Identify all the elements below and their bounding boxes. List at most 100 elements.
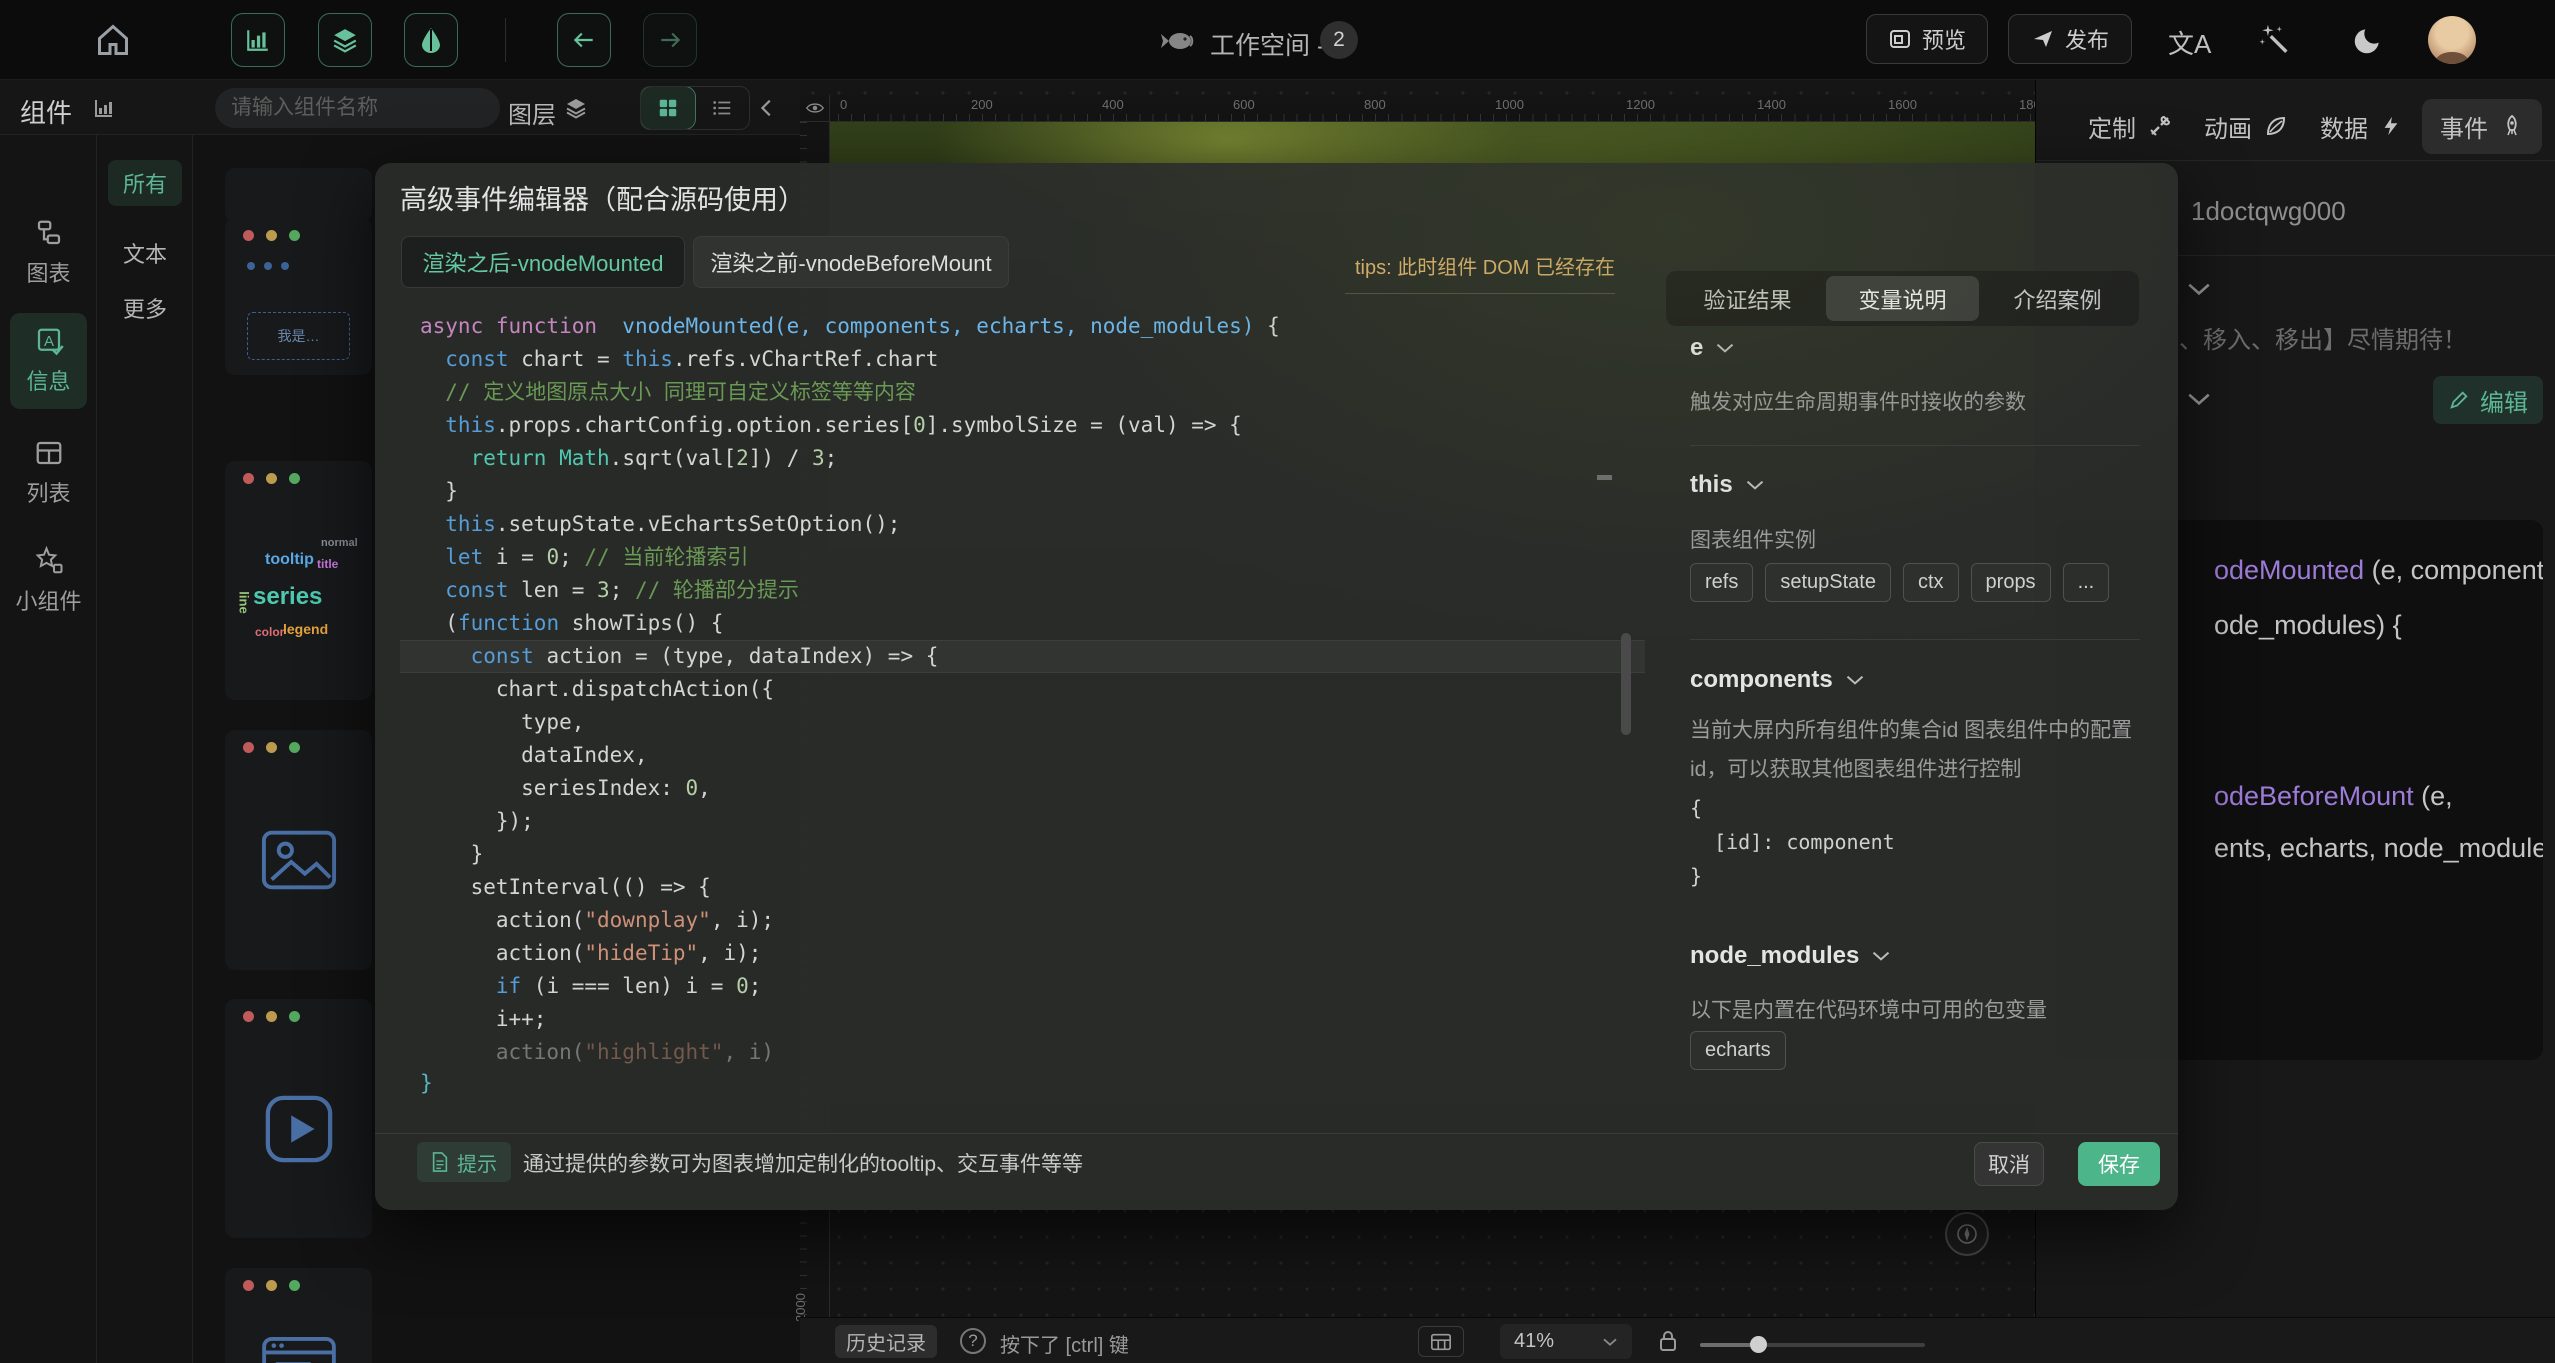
ink-tool-button[interactable] xyxy=(404,13,458,67)
component-card-browser[interactable] xyxy=(225,1268,372,1363)
tab-vnode-mounted[interactable]: 渲染之后-vnodeMounted xyxy=(401,236,685,288)
nav-item-list[interactable]: 列表 xyxy=(10,425,87,521)
component-card-wordcloud[interactable]: seriestooltiplegendlinetitlecolornormal xyxy=(225,461,372,700)
code-line[interactable]: } xyxy=(400,475,1645,508)
zoom-slider-handle[interactable] xyxy=(1750,1336,1767,1353)
chevron-down-icon[interactable] xyxy=(2186,390,2212,408)
code-line[interactable]: let i = 0; // 当前轮播索引 xyxy=(400,541,1645,574)
code-token: 3 xyxy=(597,578,610,602)
layers-panel-icon[interactable] xyxy=(564,96,588,120)
history-button[interactable]: 历史记录 xyxy=(835,1325,937,1358)
help-icon[interactable]: ? xyxy=(960,1328,986,1354)
var-this[interactable]: this xyxy=(1690,471,1765,499)
code-line[interactable]: dataIndex, xyxy=(400,739,1645,772)
save-button[interactable]: 保存 xyxy=(2078,1142,2160,1186)
lock-icon[interactable] xyxy=(1658,1329,1678,1353)
property-chip[interactable]: echarts xyxy=(1690,1031,1786,1070)
code-token: const xyxy=(420,578,509,602)
component-card-image[interactable] xyxy=(225,730,372,970)
code-editor[interactable]: async function vnodeMounted(e, component… xyxy=(400,310,1645,1068)
language-icon[interactable]: 文A xyxy=(2168,24,2211,61)
category-all[interactable]: 所有 xyxy=(108,160,182,206)
ruler-corner[interactable] xyxy=(800,95,830,122)
publish-button[interactable]: 发布 xyxy=(2008,14,2132,64)
zoom-value: 41% xyxy=(1514,1330,1554,1353)
code-line[interactable]: seriesIndex: 0, xyxy=(400,772,1645,805)
code-line[interactable]: this.props.chartConfig.option.series[0].… xyxy=(400,409,1645,442)
component-card-partial[interactable] xyxy=(225,168,372,222)
code-line[interactable]: }); xyxy=(400,805,1645,838)
nav-item-charts[interactable]: 图表 xyxy=(10,205,87,301)
property-chip[interactable]: setupState xyxy=(1765,563,1891,602)
list-view-toggle[interactable] xyxy=(695,87,749,129)
var-e[interactable]: e xyxy=(1690,334,1735,362)
zoom-select[interactable]: 41% xyxy=(1500,1324,1632,1359)
tab-events[interactable]: 事件 xyxy=(2422,99,2542,154)
code-line[interactable]: const action = (type, dataIndex) => { xyxy=(400,640,1645,673)
layers-label: 图层 xyxy=(508,95,556,130)
code-fragment: ents, echarts, node_modules) { xyxy=(2214,833,2543,864)
code-line[interactable]: this.setupState.vEchartsSetOption(); xyxy=(400,508,1645,541)
code-line[interactable]: // 定义地图原点大小 同理可自定义标签等等内容 xyxy=(400,376,1645,409)
code-line[interactable]: const chart = this.refs.vChartRef.chart xyxy=(400,343,1645,376)
ruler-tick: 1600 xyxy=(1888,97,1917,112)
pencil-icon xyxy=(2448,389,2470,411)
component-card-video[interactable] xyxy=(225,999,372,1238)
collapse-panel-icon[interactable] xyxy=(756,96,778,120)
user-avatar[interactable] xyxy=(2428,16,2476,64)
tab-examples[interactable]: 介绍案例 xyxy=(1981,276,2134,321)
nav-item-info[interactable]: A 信息 xyxy=(10,313,87,409)
var-node-modules[interactable]: node_modules xyxy=(1690,942,1891,970)
preview-button[interactable]: 预览 xyxy=(1866,14,1988,64)
code-line[interactable]: setInterval(() => { xyxy=(400,871,1645,904)
undo-button[interactable] xyxy=(557,13,611,67)
var-components[interactable]: components xyxy=(1690,666,1865,694)
code-line[interactable]: const len = 3; // 轮播部分提示 xyxy=(400,574,1645,607)
zoom-slider[interactable] xyxy=(1700,1343,1925,1347)
category-more[interactable]: 更多 xyxy=(108,285,182,331)
home-icon[interactable] xyxy=(95,22,131,58)
code-line[interactable]: chart.dispatchAction({ xyxy=(400,673,1645,706)
category-text[interactable]: 文本 xyxy=(108,230,182,276)
hint-pill: 提示 xyxy=(417,1142,511,1182)
code-line[interactable]: type, xyxy=(400,706,1645,739)
code-line[interactable]: async function vnodeMounted(e, component… xyxy=(400,310,1645,343)
search-input[interactable] xyxy=(231,96,502,120)
map-control-badge[interactable] xyxy=(1945,1212,1989,1256)
code-token: if xyxy=(420,974,521,998)
tab-customize[interactable]: 定制 xyxy=(2076,99,2184,154)
code-line[interactable]: action("hideTip", i); xyxy=(400,937,1645,970)
magic-wand-icon[interactable] xyxy=(2258,22,2292,56)
edit-event-button[interactable]: 编辑 xyxy=(2433,376,2543,424)
component-card-text[interactable]: 我是… xyxy=(225,218,372,375)
grid-view-toggle[interactable] xyxy=(641,87,695,129)
property-chip[interactable]: ... xyxy=(2063,563,2110,602)
tab-validation-result[interactable]: 验证结果 xyxy=(1671,276,1824,321)
code-scrollbar[interactable] xyxy=(1621,633,1631,735)
chevron-down-icon[interactable] xyxy=(2186,280,2212,298)
dark-mode-moon-icon[interactable] xyxy=(2352,24,2384,56)
property-chip[interactable]: props xyxy=(1971,563,2051,602)
cancel-button[interactable]: 取消 xyxy=(1974,1142,2044,1186)
chart-tool-button[interactable] xyxy=(231,13,285,67)
code-line[interactable]: } xyxy=(400,838,1645,871)
tab-variable-docs[interactable]: 变量说明 xyxy=(1826,276,1979,321)
code-token: // 当前轮播索引 xyxy=(584,545,748,569)
code-line[interactable]: action("highlight", i) xyxy=(400,1036,1645,1068)
var-components-desc: 当前大屏内所有组件的集合id 图表组件中的配置id，可以获取其他图表组件进行控制 xyxy=(1690,711,2148,789)
property-chip[interactable]: refs xyxy=(1690,563,1753,602)
redo-button[interactable] xyxy=(643,13,697,67)
cloud-word: line xyxy=(237,591,252,613)
layers-tool-button[interactable] xyxy=(318,13,372,67)
code-line[interactable]: action("downplay", i); xyxy=(400,904,1645,937)
tab-animation[interactable]: 动画 xyxy=(2192,99,2300,154)
code-line[interactable]: i++; xyxy=(400,1003,1645,1036)
tab-vnode-before-mount[interactable]: 渲染之前-vnodeBeforeMount xyxy=(693,236,1009,288)
code-line[interactable]: if (i === len) i = 0; xyxy=(400,970,1645,1003)
code-line[interactable]: (function showTips() { xyxy=(400,607,1645,640)
code-line[interactable]: return Math.sqrt(val[2]) / 3; xyxy=(400,442,1645,475)
nav-item-widgets[interactable]: 小组件 xyxy=(10,533,87,629)
property-chip[interactable]: ctx xyxy=(1903,563,1959,602)
grid-toggle-button[interactable] xyxy=(1418,1326,1464,1357)
tab-data[interactable]: 数据 xyxy=(2308,99,2414,154)
